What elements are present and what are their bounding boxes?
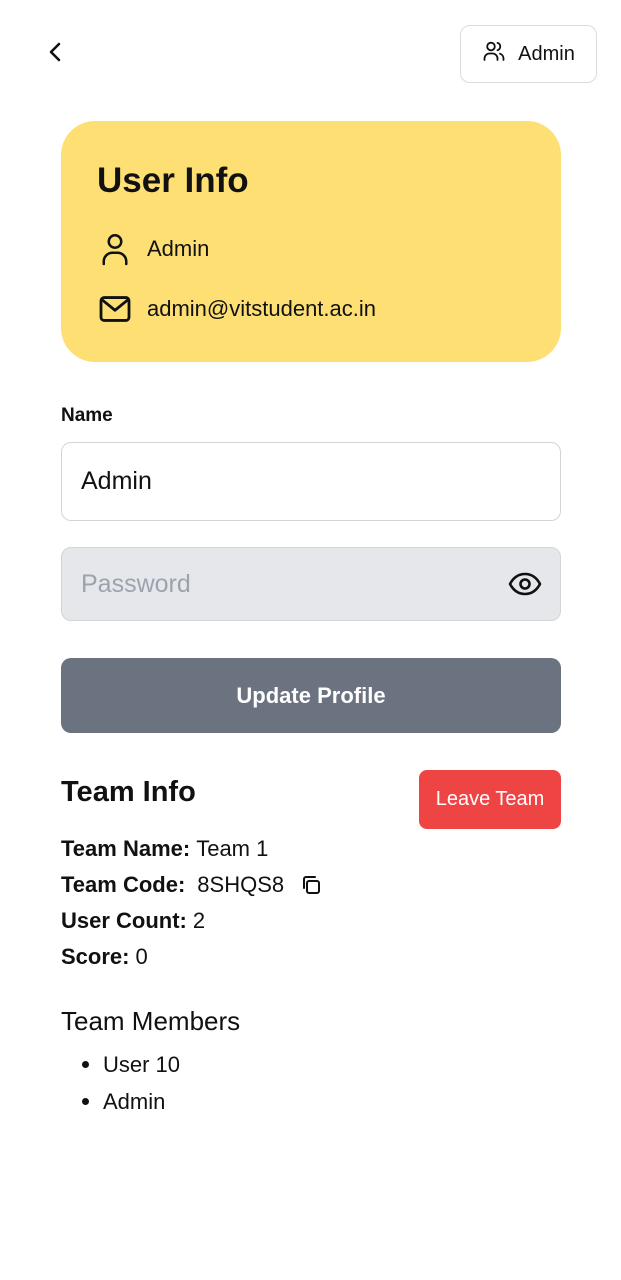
user-email-row: admin@vitstudent.ac.in: [97, 291, 376, 327]
team-name-label: Team Name:: [61, 836, 191, 861]
password-input[interactable]: [62, 548, 492, 620]
user-count-label: User Count:: [61, 908, 187, 933]
users-icon: [482, 39, 506, 69]
name-input[interactable]: [61, 442, 561, 521]
eye-icon[interactable]: [506, 565, 544, 603]
name-field-label: Name: [61, 405, 113, 426]
team-members-title: Team Members: [61, 1006, 241, 1036]
user-icon: [97, 231, 133, 267]
user-name-row: Admin: [97, 231, 209, 267]
score-label: Score:: [61, 944, 130, 969]
team-code-line: Team Code: 8SHQS8: [61, 872, 324, 898]
admin-button-label: Admin: [518, 42, 575, 65]
user-name-text: Admin: [147, 236, 210, 261]
admin-button[interactable]: Admin: [460, 25, 597, 83]
password-field: [61, 547, 561, 621]
team-code-label: Team Code:: [61, 872, 186, 897]
mail-icon: [97, 291, 133, 327]
team-members-list: User 10 Admin: [82, 1046, 180, 1120]
score-line: Score: 0: [61, 944, 148, 970]
user-email-text: admin@vitstudent.ac.in: [147, 296, 377, 321]
team-name-value: Team 1: [196, 836, 269, 861]
team-name-line: Team Name: Team 1: [61, 836, 268, 862]
user-info-card: User Info Admin admin@vitstudent.ac.in: [61, 121, 561, 362]
score-value: 0: [135, 944, 148, 969]
leave-team-button[interactable]: Leave Team: [419, 770, 561, 829]
list-item: Admin: [82, 1083, 180, 1120]
list-item: User 10: [82, 1046, 180, 1083]
back-button[interactable]: [36, 34, 76, 74]
user-count-value: 2: [192, 908, 206, 933]
team-code-value: 8SHQS8: [197, 872, 285, 897]
chevron-left-icon: [44, 40, 68, 69]
profile-page: Admin User Info Admin admin@vitstudent.a…: [0, 0, 621, 1280]
user-info-title: User Info: [97, 161, 249, 200]
copy-icon[interactable]: [298, 872, 324, 898]
team-info-title: Team Info: [61, 776, 196, 808]
user-count-line: User Count: 2: [61, 908, 205, 934]
update-profile-button[interactable]: Update Profile: [61, 658, 561, 733]
